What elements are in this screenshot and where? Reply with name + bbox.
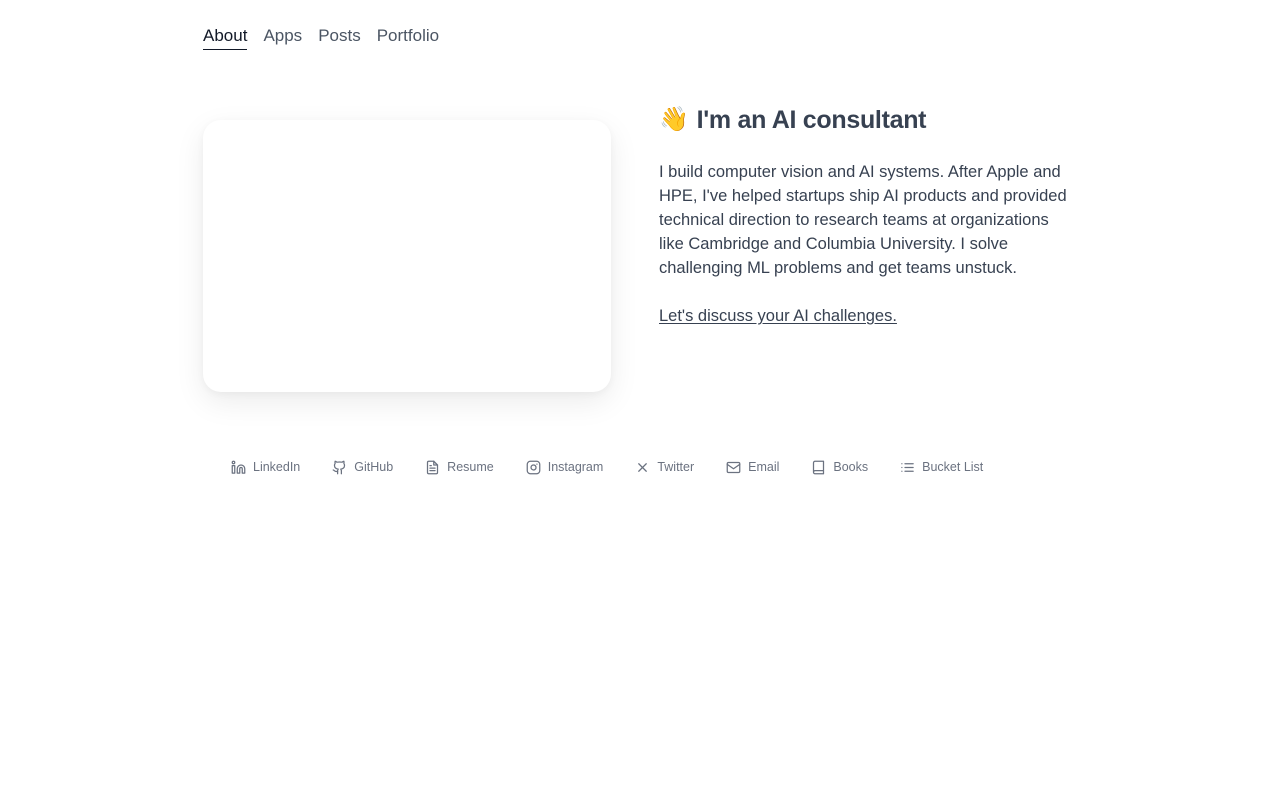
github-link[interactable]: GitHub [332, 458, 393, 476]
nav-posts[interactable]: Posts [318, 24, 361, 49]
contact-cta-link[interactable]: Let's discuss your AI challenges. [659, 304, 897, 328]
linkedin-label: LinkedIn [253, 460, 301, 474]
page-title: 👋 I'm an AI consultant [659, 100, 1069, 140]
wave-emoji-icon: 👋 [659, 106, 689, 133]
email-link[interactable]: Email [726, 458, 779, 476]
email-label: Email [748, 460, 780, 474]
mail-icon [726, 461, 741, 473]
bio-paragraph: I build computer vision and AI systems. … [659, 163, 1067, 277]
twitter-label: Twitter [657, 460, 695, 474]
github-label: GitHub [354, 460, 394, 474]
nav-portfolio[interactable]: Portfolio [377, 24, 439, 49]
twitter-link[interactable]: Twitter [635, 458, 694, 476]
intro-section: 👋 I'm an AI consultant I build computer … [659, 100, 1069, 328]
bucket-list-label: Bucket List [922, 460, 984, 474]
list-icon [901, 462, 914, 472]
document-icon [427, 460, 439, 474]
linkedin-icon [231, 460, 246, 474]
instagram-label: Instagram [547, 460, 604, 474]
bucket-list-link[interactable]: Bucket List [900, 458, 983, 476]
instagram-icon [526, 460, 541, 474]
nav-apps[interactable]: Apps [263, 24, 302, 49]
book-icon [813, 460, 825, 474]
instagram-link[interactable]: Instagram [526, 458, 604, 476]
social-links: LinkedIn GitHub Resume Instagram Twitter… [231, 458, 983, 476]
resume-label: Resume [447, 460, 494, 474]
page-title-text: I'm an AI consultant [696, 106, 927, 134]
linkedin-link[interactable]: LinkedIn [231, 458, 300, 476]
books-link[interactable]: Books [811, 458, 868, 476]
github-icon [332, 460, 346, 474]
x-icon [638, 462, 648, 472]
resume-link[interactable]: Resume [425, 458, 494, 476]
profile-image-card [203, 120, 611, 392]
top-nav: About Apps Posts Portfolio [203, 24, 439, 50]
books-label: Books [833, 460, 869, 474]
nav-about[interactable]: About [203, 24, 248, 50]
